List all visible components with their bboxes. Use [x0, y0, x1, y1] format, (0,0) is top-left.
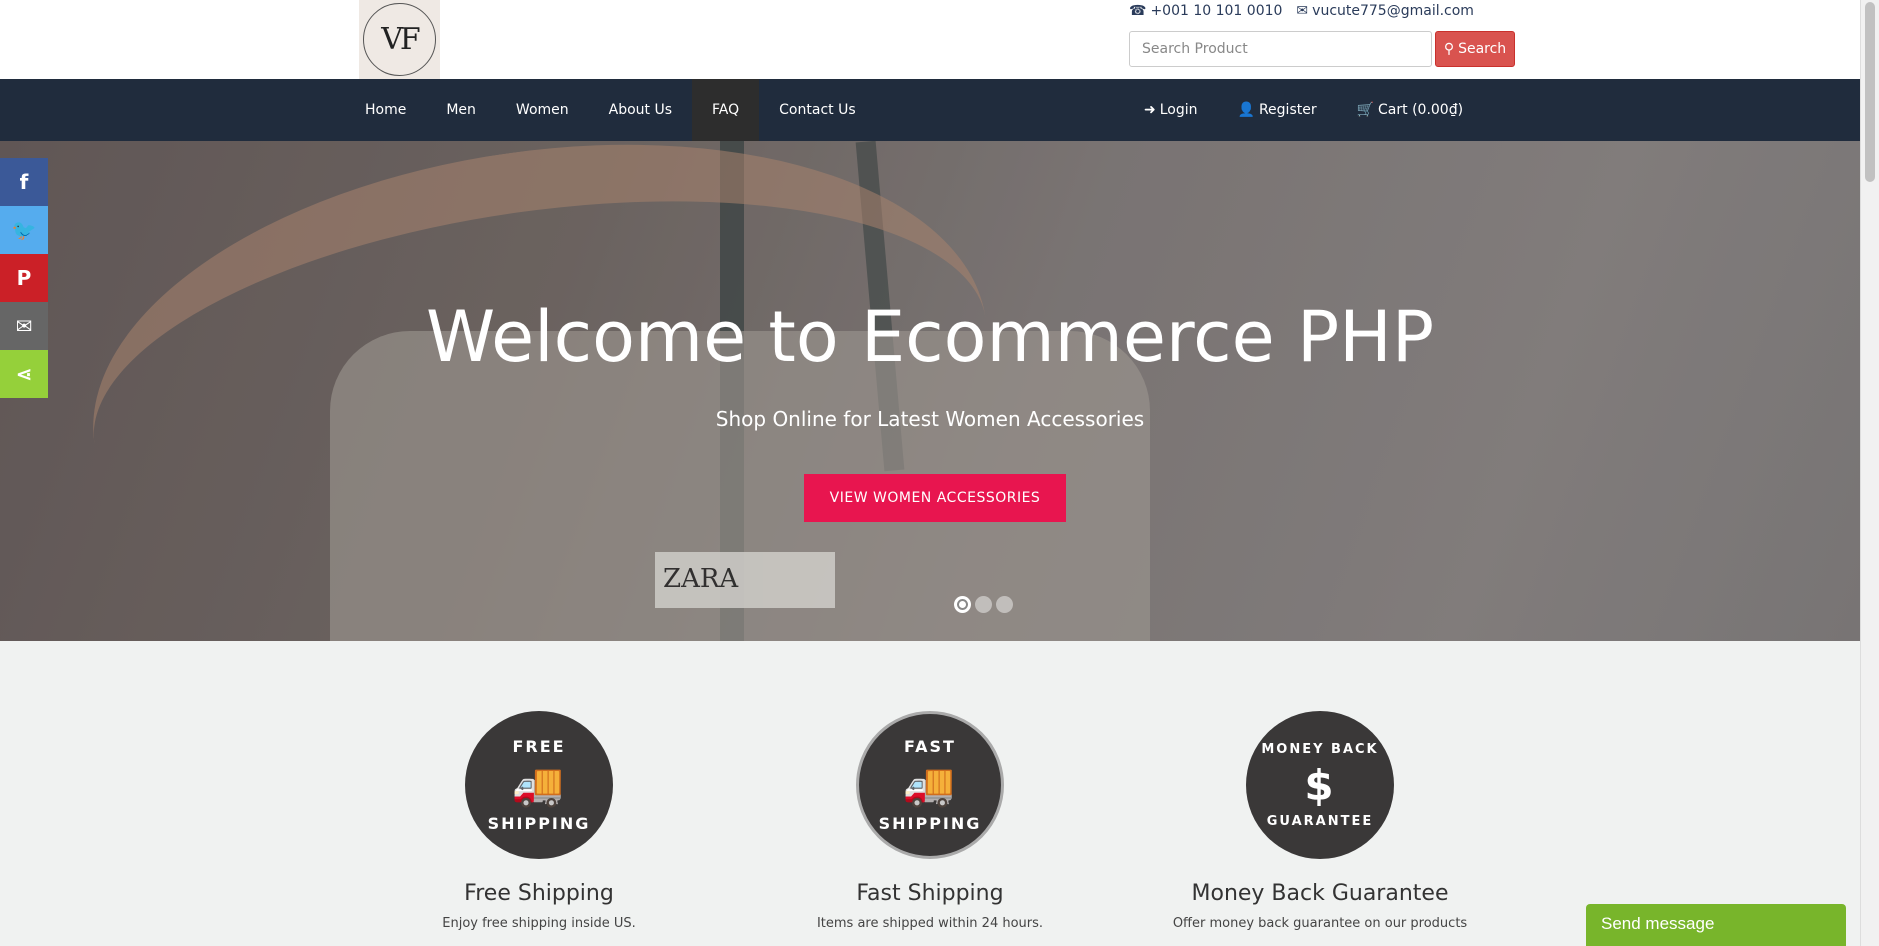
search-button-label: Search — [1458, 41, 1507, 57]
feature-money-back: MONEY BACK $ GUARANTEE Money Back Guaran… — [1160, 711, 1480, 931]
envelope-icon: ✉ — [15, 314, 33, 338]
scrollbar-thumb[interactable] — [1865, 2, 1875, 182]
slider-dot-2[interactable] — [975, 596, 992, 613]
feature-description: Offer money back guarantee on our produc… — [1172, 916, 1468, 931]
nav-menu: Home Men Women About Us FAQ Contact Us — [345, 79, 876, 141]
badge-top-text: FREE — [512, 737, 566, 756]
register-label: Register — [1258, 102, 1317, 118]
feature-free-shipping: FREE 🚚 SHIPPING Free Shipping Enjoy free… — [379, 711, 699, 931]
phone-contact: ☎ +001 10 101 0010 — [1129, 3, 1282, 19]
page-scrollbar[interactable] — [1860, 0, 1879, 946]
badge-top-text: MONEY BACK — [1261, 741, 1379, 757]
search-input[interactable] — [1129, 31, 1432, 67]
hero-subtitle: Shop Online for Latest Women Accessories — [715, 407, 1145, 431]
free-shipping-badge-icon: FREE 🚚 SHIPPING — [465, 711, 613, 859]
view-women-accessories-button[interactable]: VIEW WOMEN ACCESSORIES — [804, 474, 1066, 522]
hero-slider: ZARA Welcome to Ecommerce PHP Shop Onlin… — [0, 141, 1860, 641]
share-button[interactable]: ⋖ — [0, 350, 48, 398]
envelope-icon: ✉ — [1296, 3, 1309, 19]
nav-item-faq[interactable]: FAQ — [692, 79, 760, 141]
truck-icon: 🚚 — [511, 760, 567, 809]
slider-dot-3[interactable] — [996, 596, 1013, 613]
login-label: Login — [1159, 102, 1198, 118]
truck-icon: 🚚 — [902, 760, 958, 809]
facebook-share-button[interactable]: f — [0, 158, 48, 206]
share-icon: ⋖ — [15, 362, 33, 386]
cart-label: Cart (0.00₫) — [1378, 102, 1464, 118]
nav-item-men[interactable]: Men — [426, 79, 496, 141]
feature-title: Free Shipping — [464, 881, 614, 906]
search-icon: ⚲ — [1443, 41, 1455, 57]
search-button[interactable]: ⚲ Search — [1435, 31, 1515, 67]
cart-link[interactable]: 🛒 Cart (0.00₫) — [1337, 79, 1484, 141]
user-plus-icon: 👤 — [1237, 102, 1255, 118]
twitter-share-button[interactable]: 🐦 — [0, 206, 48, 254]
features-section: FREE 🚚 SHIPPING Free Shipping Enjoy free… — [0, 641, 1860, 946]
hero-overlay — [0, 141, 1860, 641]
cart-icon: 🛒 — [1356, 102, 1375, 118]
site-logo[interactable]: VF — [359, 0, 440, 79]
twitter-icon: 🐦 — [11, 218, 37, 242]
nav-item-women[interactable]: Women — [496, 79, 589, 141]
pinterest-icon: P — [16, 266, 32, 290]
feature-description: Enjoy free shipping inside US. — [442, 916, 636, 931]
email-address: vucute775@gmail.com — [1312, 3, 1474, 19]
email-share-button[interactable]: ✉ — [0, 302, 48, 350]
send-message-widget[interactable]: Send message — [1586, 904, 1846, 946]
social-share-bar: f 🐦 P ✉ ⋖ — [0, 158, 48, 398]
pinterest-share-button[interactable]: P — [0, 254, 48, 302]
badge-bottom-text: SHIPPING — [487, 814, 591, 833]
nav-item-contact-us[interactable]: Contact Us — [759, 79, 875, 141]
contact-info: ☎ +001 10 101 0010 ✉ vucute775@gmail.com — [1129, 3, 1474, 19]
sign-in-icon: ➜ — [1144, 102, 1156, 118]
login-link[interactable]: ➜ Login — [1124, 79, 1218, 141]
feature-title: Money Back Guarantee — [1191, 881, 1449, 906]
register-link[interactable]: 👤 Register — [1218, 79, 1337, 141]
badge-bottom-text: SHIPPING — [878, 814, 982, 833]
hero-title: Welcome to Ecommerce PHP — [425, 296, 1435, 378]
account-menu: ➜ Login 👤 Register 🛒 Cart (0.00₫) — [1124, 79, 1483, 141]
fast-shipping-badge-icon: FAST 🚚 SHIPPING — [856, 711, 1004, 859]
email-contact[interactable]: ✉ vucute775@gmail.com — [1296, 3, 1474, 19]
feature-fast-shipping: FAST 🚚 SHIPPING Fast Shipping Items are … — [770, 711, 1090, 931]
badge-bottom-text: GUARANTEE — [1266, 813, 1374, 829]
feature-title: Fast Shipping — [856, 881, 1004, 906]
top-header: VF ☎ +001 10 101 0010 ✉ vucute775@gmail.… — [0, 0, 1860, 79]
main-navbar: Home Men Women About Us FAQ Contact Us ➜… — [0, 79, 1860, 141]
facebook-icon: f — [19, 170, 29, 194]
badge-top-text: FAST — [904, 737, 956, 756]
dollar-cycle-icon: $ — [1304, 760, 1336, 810]
phone-number: +001 10 101 0010 — [1150, 3, 1283, 19]
money-back-badge-icon: MONEY BACK $ GUARANTEE — [1246, 711, 1394, 859]
slider-dot-1[interactable] — [954, 596, 971, 613]
nav-item-home[interactable]: Home — [345, 79, 426, 141]
nav-item-about-us[interactable]: About Us — [589, 79, 692, 141]
phone-icon: ☎ — [1129, 3, 1147, 19]
feature-description: Items are shipped within 24 hours. — [816, 916, 1044, 931]
logo-mark: VF — [363, 3, 436, 76]
slider-dots — [954, 596, 1013, 613]
